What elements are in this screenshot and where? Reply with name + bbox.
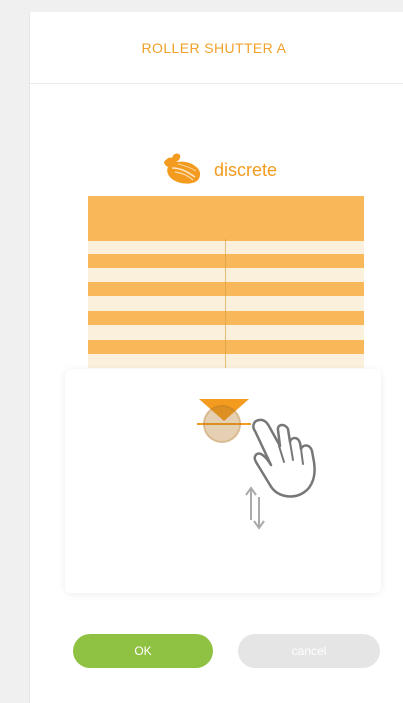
page-title: ROLLER SHUTTER A [141,39,287,56]
ok-button[interactable]: OK [73,634,213,668]
roller-shutter-panel: ROLLER SHUTTER A discrete [29,12,403,703]
shutter-slat [88,340,364,354]
mode-indicator: discrete [160,149,277,189]
mode-label: discrete [214,160,278,180]
cancel-button[interactable]: cancel [238,634,380,668]
shutter-slat [88,282,364,296]
touch-indicator [203,405,241,443]
shutter-center-line [225,239,226,368]
shutter-top-panel [88,196,364,241]
up-down-arrows-icon [245,486,265,530]
feather-icon [164,153,201,184]
shutter-slat [88,311,364,325]
shutter-control-card [65,369,381,593]
shutter-slat [88,254,364,268]
shutter-graphic [88,196,364,368]
header: ROLLER SHUTTER A [30,12,403,84]
